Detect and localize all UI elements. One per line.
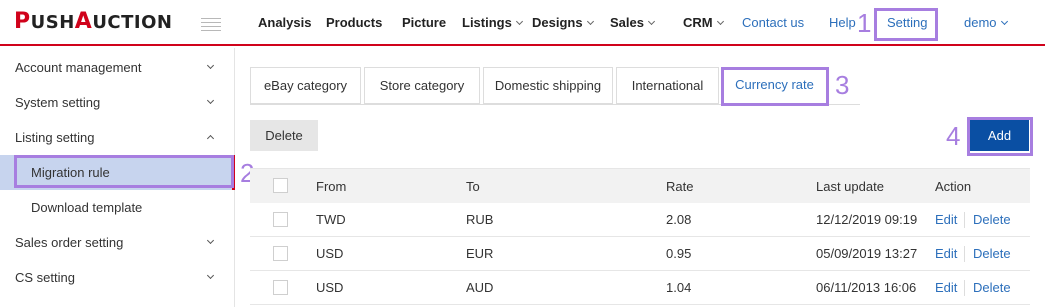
- action-separator: [964, 212, 965, 228]
- sidebar-item-system-setting[interactable]: System setting: [0, 85, 235, 120]
- sidebar-item-sales-order-setting[interactable]: Sales order setting: [0, 225, 235, 260]
- sidebar-item-account-management[interactable]: Account management: [0, 50, 235, 85]
- annotation-number-1: 1: [857, 8, 872, 38]
- chevron-down-icon: [647, 17, 656, 26]
- table-row: USD EUR 0.95 05/09/2019 13:27 Edit Delet…: [250, 237, 1030, 271]
- delete-link[interactable]: Delete: [973, 271, 1011, 305]
- row-checkbox[interactable]: [273, 246, 288, 261]
- cell-to: RUB: [466, 212, 494, 227]
- nav-picture-label: Picture: [402, 15, 447, 30]
- cell-to: AUD: [466, 280, 494, 295]
- sidebar-item-label: Download template: [31, 200, 143, 215]
- sidebar-item-listing-setting[interactable]: Listing setting: [0, 120, 235, 155]
- chevron-down-icon: [206, 271, 215, 280]
- nav-analysis-label: Analysis: [258, 15, 312, 30]
- logo-letter-a: A: [74, 9, 93, 34]
- sidebar-item-label: Listing setting: [15, 130, 95, 145]
- chevron-down-icon: [515, 17, 523, 26]
- nav-crm[interactable]: CRM: [683, 0, 724, 46]
- edit-link[interactable]: Edit: [935, 271, 957, 305]
- row-checkbox[interactable]: [273, 280, 288, 295]
- tab-ebay-category[interactable]: eBay category: [250, 67, 361, 104]
- action-separator: [964, 246, 965, 262]
- nav-designs-label: Designs: [532, 15, 583, 30]
- cell-rate: 0.95: [666, 246, 692, 261]
- sidebar-subitem-download-template[interactable]: Download template: [0, 190, 235, 225]
- nav-help-label: Help: [829, 15, 856, 30]
- menu-icon[interactable]: [201, 18, 221, 32]
- cell-rate: 2.08: [666, 212, 692, 227]
- nav-listings[interactable]: Listings: [462, 0, 523, 46]
- chevron-down-icon: [586, 17, 594, 26]
- table-row: TWD RUB 2.08 12/12/2019 09:19 Edit Delet…: [250, 203, 1030, 237]
- tab-label: International: [631, 78, 704, 93]
- tab-international[interactable]: International: [616, 67, 719, 104]
- highlight-currency-rate: [721, 67, 829, 106]
- column-header-rate: Rate: [666, 179, 694, 194]
- column-header-action: Action: [935, 179, 972, 194]
- chevron-down-icon: [206, 61, 215, 70]
- nav-designs[interactable]: Designs: [532, 0, 594, 46]
- tab-label: Domestic shipping: [494, 78, 602, 93]
- nav-contact-label: Contact us: [742, 15, 805, 30]
- chevron-down-icon: [716, 17, 724, 26]
- nav-analysis[interactable]: Analysis: [258, 0, 311, 46]
- logo-text-uction: UCTION: [92, 12, 173, 33]
- delete-link[interactable]: Delete: [973, 203, 1011, 237]
- action-separator: [964, 280, 965, 296]
- row-checkbox[interactable]: [273, 212, 288, 227]
- user-menu[interactable]: demo: [964, 0, 1008, 46]
- sidebar-item-label: Sales order setting: [15, 235, 124, 250]
- edit-link[interactable]: Edit: [935, 237, 957, 271]
- cell-rate: 1.04: [666, 280, 692, 295]
- nav-products[interactable]: Products: [326, 0, 382, 46]
- delete-button[interactable]: Delete: [250, 120, 318, 151]
- edit-link[interactable]: Edit: [935, 203, 957, 237]
- table-row: USD AUD 1.04 06/11/2013 16:06 Edit Delet…: [250, 271, 1030, 305]
- highlight-setting: [874, 8, 938, 41]
- table-header: From To Rate Last update Action: [250, 168, 1030, 203]
- chevron-down-icon: [206, 236, 215, 245]
- user-name: demo: [964, 15, 997, 30]
- cell-from: USD: [316, 246, 344, 261]
- nav-contact-us[interactable]: Contact us: [742, 0, 804, 46]
- select-all-checkbox[interactable]: [273, 178, 288, 193]
- cell-last-update: 05/09/2019 13:27: [816, 246, 918, 261]
- sidebar-item-label: Account management: [15, 60, 142, 75]
- nav-sales[interactable]: Sales: [610, 0, 656, 46]
- highlight-add-button: [967, 117, 1033, 156]
- annotation-number-3: 3: [835, 70, 850, 100]
- column-header-last-update: Last update: [816, 179, 884, 194]
- highlight-migration-rule: [14, 155, 234, 188]
- logo-text-ush: USH: [30, 12, 75, 33]
- sidebar-item-label: System setting: [15, 95, 101, 110]
- nav-listings-label: Listings: [462, 15, 512, 30]
- sidebar-item-cs-setting[interactable]: CS setting: [0, 260, 235, 295]
- tab-domestic-shipping[interactable]: Domestic shipping: [483, 67, 613, 104]
- column-header-from: From: [316, 179, 347, 194]
- chevron-up-icon: [206, 134, 215, 143]
- cell-last-update: 06/11/2013 16:06: [816, 280, 917, 295]
- sidebar-item-label: CS setting: [15, 270, 75, 285]
- nav-sales-label: Sales: [610, 15, 644, 30]
- chevron-down-icon: [1000, 17, 1008, 26]
- nav-picture[interactable]: Picture: [402, 0, 446, 46]
- logo-letter-p: P: [14, 9, 31, 34]
- delete-link[interactable]: Delete: [973, 237, 1011, 271]
- tab-store-category[interactable]: Store category: [364, 67, 480, 104]
- cell-to: EUR: [466, 246, 494, 261]
- cell-from: TWD: [316, 212, 346, 227]
- tab-label: Store category: [379, 78, 465, 93]
- column-header-to: To: [466, 179, 480, 194]
- cell-from: USD: [316, 280, 344, 295]
- nav-help[interactable]: Help: [829, 0, 856, 46]
- annotation-number-4: 4: [946, 121, 961, 151]
- nav-crm-label: CRM: [683, 15, 713, 30]
- logo[interactable]: PUSHAUCTION: [14, 9, 172, 34]
- chevron-down-icon: [206, 96, 215, 105]
- nav-products-label: Products: [326, 15, 383, 30]
- cell-last-update: 12/12/2019 09:19: [816, 212, 918, 227]
- tab-label: eBay category: [263, 78, 348, 93]
